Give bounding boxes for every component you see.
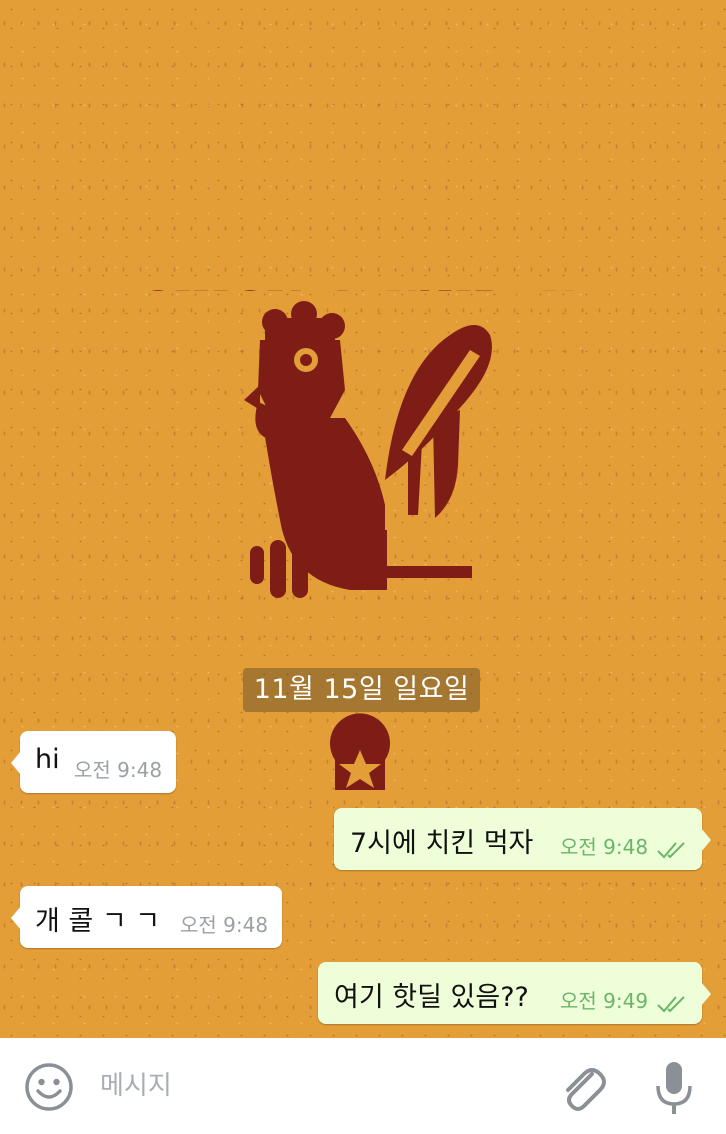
message-time: 오전 9:49 — [560, 989, 649, 1013]
message-bubble-incoming[interactable]: hi 오전 9:48 — [11, 731, 176, 793]
message-bubble-incoming[interactable]: 개 콜 ㄱ ㄱ 오전 9:48 — [11, 886, 282, 948]
double-check-icon — [657, 842, 685, 859]
message-text: 개 콜 ㄱ ㄱ — [35, 906, 161, 937]
message-time: 오전 9:48 — [560, 835, 649, 859]
message-input[interactable] — [100, 1062, 530, 1110]
date-separator: 11월 15일 일요일 — [243, 668, 480, 712]
message-text: 여기 핫딜 있음?? — [334, 982, 529, 1013]
paperclip-icon[interactable] — [556, 1060, 606, 1114]
message-time: 오전 9:48 — [74, 758, 163, 782]
message-bubble-outgoing[interactable]: 여기 핫딜 있음?? 오전 9:49 — [318, 962, 711, 1024]
chat-background: CHICKEN RAIDER — [0, 0, 726, 1038]
message-text: 7시에 치킨 먹자 — [350, 828, 534, 859]
message-composer — [0, 1038, 726, 1134]
double-check-icon — [657, 996, 685, 1013]
chicken-raider-logo: CHICKEN RAIDER — [140, 290, 577, 790]
microphone-icon[interactable] — [652, 1060, 696, 1118]
message-time: 오전 9:48 — [180, 913, 269, 937]
message-text: hi — [35, 744, 60, 775]
brand-text: CHICKEN RAIDER — [140, 290, 577, 300]
message-bubble-outgoing[interactable]: 7시에 치킨 먹자 오전 9:48 — [334, 808, 711, 870]
emoji-icon[interactable] — [24, 1062, 74, 1112]
